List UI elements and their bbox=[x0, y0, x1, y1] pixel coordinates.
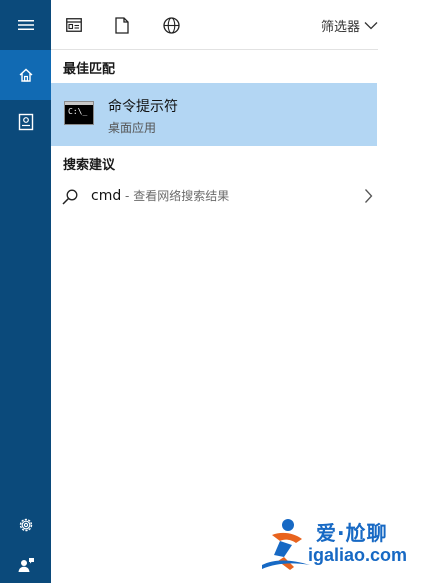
command-prompt-icon: C:\_ bbox=[64, 101, 94, 125]
chevron-right-icon[interactable] bbox=[364, 188, 373, 204]
watermark-en: igaliao.com bbox=[308, 545, 408, 565]
best-match-heading: 最佳匹配 bbox=[63, 62, 116, 77]
chevron-down-icon bbox=[364, 21, 378, 29]
filter-dropdown[interactable]: 筛选器 bbox=[321, 14, 378, 36]
web-globe-icon bbox=[162, 16, 180, 34]
watermark-logo: 爱·尬聊 igaliao.com bbox=[258, 515, 418, 577]
filter-label: 筛选器 bbox=[320, 19, 360, 35]
best-match-result[interactable]: C:\_ 命令提示符 桌面应用 bbox=[51, 83, 377, 146]
apps-icon bbox=[66, 18, 82, 32]
home-button[interactable] bbox=[0, 50, 51, 100]
documents-filter-button[interactable] bbox=[111, 14, 133, 36]
home-icon bbox=[19, 68, 32, 82]
suggestion-item[interactable]: cmd - 查看网络搜索结果 bbox=[51, 182, 377, 212]
watermark-cn: 爱·尬聊 bbox=[316, 521, 388, 545]
settings-button[interactable] bbox=[0, 500, 51, 550]
hamburger-menu-button[interactable] bbox=[0, 0, 51, 50]
search-icon bbox=[62, 189, 78, 205]
search-toolbar: 筛选器 bbox=[51, 0, 378, 50]
user-feedback-icon bbox=[18, 558, 34, 572]
gear-icon bbox=[19, 518, 32, 532]
result-name: 命令提示符 bbox=[108, 99, 178, 115]
left-rail bbox=[0, 0, 51, 583]
apps-filter-button[interactable] bbox=[63, 14, 85, 36]
document-icon bbox=[115, 16, 129, 34]
hamburger-menu-icon bbox=[17, 20, 34, 30]
suggestion-hint: - 查看网络搜索结果 bbox=[121, 189, 230, 203]
web-filter-button[interactable] bbox=[160, 14, 182, 36]
notebook-button[interactable] bbox=[0, 97, 51, 147]
runner-logo-icon bbox=[262, 519, 310, 570]
search-suggestions-heading: 搜索建议 bbox=[63, 158, 116, 173]
feedback-button[interactable] bbox=[0, 547, 51, 583]
suggestion-query: cmd bbox=[91, 188, 122, 204]
notebook-icon bbox=[18, 113, 33, 131]
result-type: 桌面应用 bbox=[108, 121, 157, 135]
